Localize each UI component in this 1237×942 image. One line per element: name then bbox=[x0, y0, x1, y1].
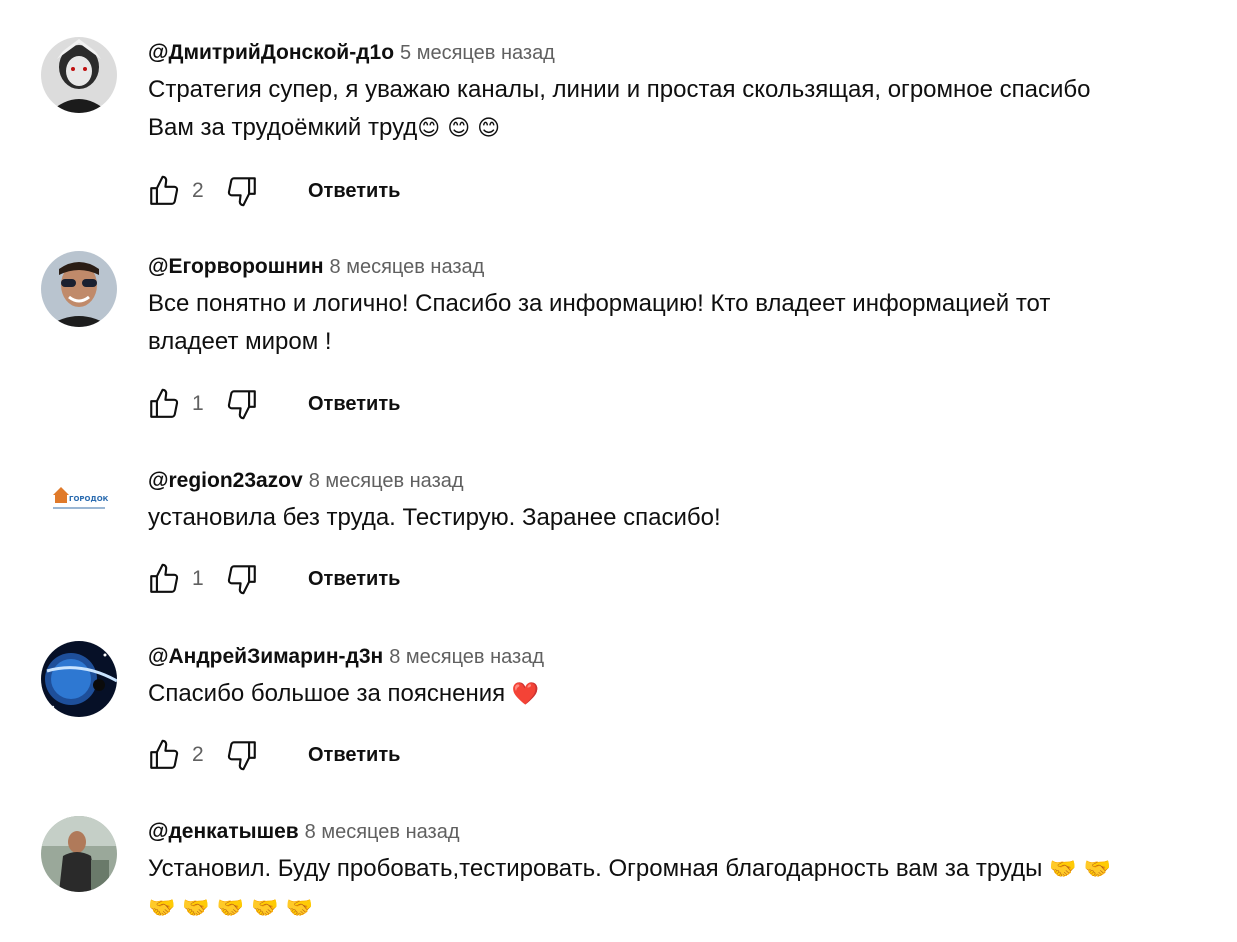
comment-actions: 2 Ответить bbox=[146, 171, 400, 211]
comment-time[interactable]: 8 месяцев назад bbox=[305, 821, 460, 843]
like-button[interactable] bbox=[146, 173, 182, 209]
thumb-up-icon bbox=[150, 175, 179, 205]
thumb-down-icon bbox=[227, 565, 256, 595]
author-name[interactable]: @АндрейЗимарин-д3н bbox=[148, 645, 383, 668]
reply-button[interactable]: Ответить bbox=[308, 393, 400, 416]
emoji: 😊 😊 😊 bbox=[417, 116, 501, 141]
like-button[interactable] bbox=[146, 386, 182, 422]
author-name[interactable]: @ДмитрийДонской-д1о bbox=[148, 41, 394, 64]
author-name[interactable]: @денкатышев bbox=[148, 820, 299, 843]
comment-text: Установил. Буду пробовать,тестировать. О… bbox=[148, 850, 1219, 928]
comment-text: установила без труда. Тестирую. Заранее … bbox=[148, 499, 1219, 537]
reply-button[interactable]: Ответить bbox=[308, 180, 400, 203]
heart-emoji: ❤️ bbox=[511, 682, 540, 707]
avatar[interactable] bbox=[41, 37, 117, 113]
like-count: 2 bbox=[192, 743, 204, 766]
dislike-button[interactable] bbox=[224, 737, 260, 773]
avatar[interactable] bbox=[41, 816, 117, 892]
avatar-image bbox=[41, 641, 117, 717]
comment-time[interactable]: 8 месяцев назад bbox=[309, 470, 464, 492]
handshake-emoji: 🤝 🤝 bbox=[1049, 857, 1111, 882]
comment-text-line: владеет миром ! bbox=[148, 328, 332, 355]
thumb-down-icon bbox=[227, 390, 256, 420]
comment-text-line: установила без труда. Тестирую. Заранее … bbox=[148, 504, 721, 531]
thumb-up-icon bbox=[150, 563, 179, 593]
comment-time[interactable]: 8 месяцев назад bbox=[389, 646, 544, 668]
handshake-emoji: 🤝 🤝 🤝 🤝 🤝 bbox=[148, 896, 313, 921]
like-button[interactable] bbox=[146, 561, 182, 597]
thumb-down-icon bbox=[227, 177, 256, 207]
reply-button[interactable]: Ответить bbox=[308, 568, 400, 591]
avatar[interactable] bbox=[41, 251, 117, 327]
comment-text-line: Все понятно и логично! Спасибо за информ… bbox=[148, 290, 1051, 317]
thumb-up-icon bbox=[150, 388, 179, 418]
dislike-button[interactable] bbox=[224, 561, 260, 597]
thumb-down-icon bbox=[227, 741, 256, 771]
comment-actions: 1 Ответить bbox=[146, 384, 400, 424]
like-count: 1 bbox=[192, 392, 204, 415]
author-name[interactable]: @Егорворошнин bbox=[148, 255, 324, 278]
like-button[interactable] bbox=[146, 737, 182, 773]
avatar-image bbox=[41, 37, 117, 113]
comment-text-line: Стратегия супер, я уважаю каналы, линии … bbox=[148, 76, 1091, 103]
comment-time[interactable]: 5 месяцев назад bbox=[400, 42, 555, 64]
comment-text: Стратегия супер, я уважаю каналы, линии … bbox=[148, 71, 1219, 148]
avatar-image bbox=[41, 816, 117, 892]
like-count: 2 bbox=[192, 179, 204, 202]
reply-button[interactable]: Ответить bbox=[308, 744, 400, 767]
avatar[interactable] bbox=[41, 641, 117, 717]
comment-time[interactable]: 8 месяцев назад bbox=[330, 256, 485, 278]
comment-text-line: Установил. Буду пробовать,тестировать. О… bbox=[148, 855, 1043, 882]
dislike-button[interactable] bbox=[224, 173, 260, 209]
like-count: 1 bbox=[192, 567, 204, 590]
avatar-image: ГОРОДОК bbox=[41, 465, 117, 541]
comment-text: Спасибо большое за пояснения ❤️ bbox=[148, 675, 1219, 714]
comment-actions: 1 Ответить bbox=[146, 559, 400, 599]
author-name[interactable]: @region23azov bbox=[148, 469, 303, 492]
comment-text: Все понятно и логично! Спасибо за информ… bbox=[148, 285, 1219, 361]
avatar[interactable]: ГОРОДОК bbox=[41, 465, 117, 541]
comment-text-line: Спасибо большое за пояснения bbox=[148, 680, 506, 707]
dislike-button[interactable] bbox=[224, 386, 260, 422]
logo-text: ГОРОДОК bbox=[69, 495, 109, 503]
comment-actions: 2 Ответить bbox=[146, 735, 400, 775]
avatar-image bbox=[41, 251, 117, 327]
comment-text-line: Вам за трудоёмкий труд bbox=[148, 114, 418, 141]
thumb-up-icon bbox=[150, 739, 179, 769]
comments-list: @ДмитрийДонской-д1о 5 месяцев назад Страт… bbox=[0, 0, 1237, 942]
